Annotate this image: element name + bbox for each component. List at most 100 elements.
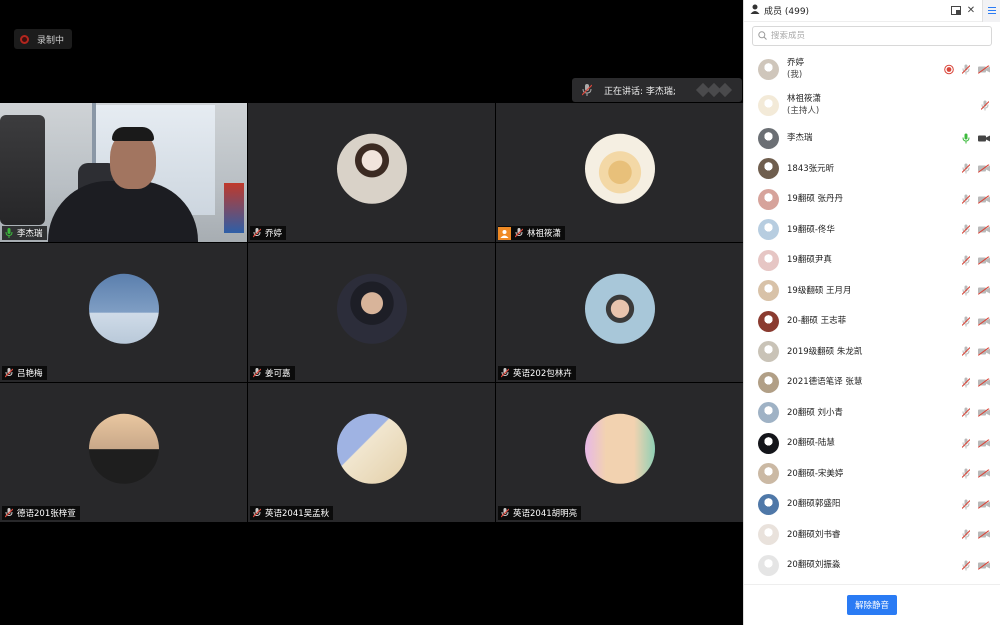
microphone-muted-icon[interactable] — [960, 224, 971, 235]
microphone-on-icon[interactable] — [960, 133, 971, 144]
member-row[interactable]: 20翻硕 刘小青 — [744, 398, 1000, 429]
member-name: 乔婷 — [787, 58, 805, 68]
microphone-muted-icon[interactable] — [960, 285, 971, 296]
search-box — [752, 26, 992, 46]
member-name: 20翻硕刘振淼 — [787, 560, 841, 571]
video-tile[interactable]: 吕艳梅 — [0, 243, 247, 382]
audio-wave-icon — [695, 82, 733, 98]
camera-off-icon[interactable] — [977, 163, 990, 174]
microphone-muted-icon[interactable] — [960, 529, 971, 540]
member-row[interactable]: 20翻硕-陆慧 — [744, 428, 1000, 459]
video-tile[interactable]: 林祖筱潇 — [496, 103, 743, 242]
member-row[interactable]: 19翻硕 张丹丹 — [744, 184, 1000, 215]
participant-name-tag: 乔婷 — [250, 226, 287, 240]
microphone-muted-icon — [500, 368, 510, 378]
menu-icon[interactable] — [982, 0, 1000, 22]
popout-icon[interactable] — [950, 5, 962, 17]
speaker-text: 正在讲话: 李杰瑞; — [604, 86, 676, 97]
member-row[interactable]: 李杰瑞 — [744, 123, 1000, 154]
member-name: 20翻硕郭盛阳 — [787, 499, 841, 510]
search-input[interactable] — [771, 31, 971, 41]
camera-off-icon[interactable] — [977, 407, 990, 418]
member-row[interactable]: 乔婷 (我) — [744, 51, 1000, 87]
microphone-muted-icon[interactable] — [960, 560, 971, 571]
camera-off-icon[interactable] — [977, 468, 990, 479]
microphone-muted-icon[interactable] — [960, 346, 971, 357]
microphone-muted-icon[interactable] — [960, 468, 971, 479]
member-name: 林祖筱潇 — [787, 94, 822, 104]
member-status-icons — [960, 529, 990, 540]
member-name: 2019级翻硕 朱龙凯 — [787, 346, 863, 357]
unmute-button[interactable]: 解除静音 — [846, 595, 897, 615]
video-tile[interactable]: 李杰瑞 — [0, 103, 247, 242]
member-row[interactable]: 19级翻硕 王月月 — [744, 276, 1000, 307]
camera-off-icon[interactable] — [977, 224, 990, 235]
camera-on-icon[interactable] — [977, 133, 990, 144]
member-status-icons — [960, 346, 990, 357]
member-row[interactable]: 19翻硕尹真 — [744, 245, 1000, 276]
member-row[interactable]: 20翻硕刘振淼 — [744, 550, 1000, 581]
members-panel-header: 成员 (499) ✕ — [744, 0, 1000, 22]
member-status-icons — [960, 560, 990, 571]
member-name-block: 20翻硕-陆慧 — [787, 437, 835, 449]
camera-off-icon[interactable] — [977, 285, 990, 296]
video-tile[interactable]: 乔婷 — [248, 103, 495, 242]
avatar — [584, 413, 655, 484]
participant-name: 吕艳梅 — [17, 369, 43, 379]
avatar — [758, 280, 779, 302]
camera-off-icon[interactable] — [977, 316, 990, 327]
camera-off-icon[interactable] — [977, 64, 990, 75]
participant-name-tag: 李杰瑞 — [2, 226, 47, 240]
member-name: 19翻硕-佟华 — [787, 224, 835, 235]
microphone-muted-icon[interactable] — [960, 194, 971, 205]
member-row[interactable]: 20翻硕刘书睿 — [744, 520, 1000, 551]
member-row[interactable]: 2019级翻硕 朱龙凯 — [744, 337, 1000, 368]
video-tile[interactable]: 英语2041胡明亮 — [496, 383, 743, 522]
camera-off-icon[interactable] — [977, 438, 990, 449]
member-row[interactable]: 2021德语笔译 张慧 — [744, 367, 1000, 398]
participant-name: 英语202包林卉 — [513, 369, 572, 379]
video-tile[interactable]: 姜可嘉 — [248, 243, 495, 382]
member-name-block: 20翻硕刘振淼 — [787, 559, 840, 571]
member-name-block: 19翻硕-佟华 — [787, 224, 835, 236]
member-row[interactable]: 20翻硕郭盛阳 — [744, 489, 1000, 520]
member-name: 李杰瑞 — [787, 133, 813, 144]
camera-off-icon[interactable] — [977, 255, 990, 266]
meeting-stage: 录制中 正在讲话: 李杰瑞; 李杰瑞 乔婷 林祖筱潇 吕艳梅 姜可嘉 英语202… — [0, 0, 743, 625]
video-tile[interactable]: 英语202包林卉 — [496, 243, 743, 382]
close-icon[interactable]: ✕ — [965, 5, 977, 17]
microphone-muted-icon[interactable] — [960, 64, 971, 75]
camera-off-icon[interactable] — [977, 346, 990, 357]
member-status-icons — [960, 438, 990, 449]
camera-off-icon[interactable] — [977, 499, 990, 510]
video-tile[interactable]: 德语201张梓萱 — [0, 383, 247, 522]
camera-off-icon[interactable] — [977, 377, 990, 388]
microphone-muted-icon[interactable] — [960, 255, 971, 266]
avatar — [758, 310, 779, 332]
microphone-muted-icon[interactable] — [960, 316, 971, 327]
microphone-muted-icon[interactable] — [960, 407, 971, 418]
member-row[interactable]: 20-翻硕 王志菲 — [744, 306, 1000, 337]
member-name: 2021德语笔译 张慧 — [787, 377, 863, 388]
member-name-block: 1843张元昕 — [787, 163, 834, 175]
member-row[interactable]: 1843张元昕 — [744, 154, 1000, 185]
microphone-muted-icon[interactable] — [960, 438, 971, 449]
microphone-muted-icon[interactable] — [960, 499, 971, 510]
recording-indicator[interactable]: 录制中 — [14, 29, 72, 49]
member-name-block: 李杰瑞 — [787, 132, 813, 144]
camera-off-icon[interactable] — [977, 560, 990, 571]
microphone-muted-icon — [252, 368, 262, 378]
member-row[interactable]: 20翻硕-宋美婷 — [744, 459, 1000, 490]
members-panel: 成员 (499) ✕ 乔婷 (我) 林祖筱潇 (主持人) 李杰瑞 1843张元昕 19翻硕 … — [743, 0, 1000, 625]
member-status-icons — [943, 64, 990, 75]
member-row[interactable]: 19翻硕-佟华 — [744, 215, 1000, 246]
video-tile[interactable]: 英语2041吴孟秋 — [248, 383, 495, 522]
microphone-muted-icon[interactable] — [960, 163, 971, 174]
camera-off-icon[interactable] — [977, 194, 990, 205]
microphone-on-icon — [4, 228, 14, 238]
avatar — [336, 273, 407, 344]
camera-off-icon[interactable] — [977, 529, 990, 540]
microphone-muted-icon[interactable] — [960, 377, 971, 388]
member-row[interactable]: 林祖筱潇 (主持人) — [744, 87, 1000, 123]
microphone-muted-icon[interactable] — [979, 100, 990, 111]
